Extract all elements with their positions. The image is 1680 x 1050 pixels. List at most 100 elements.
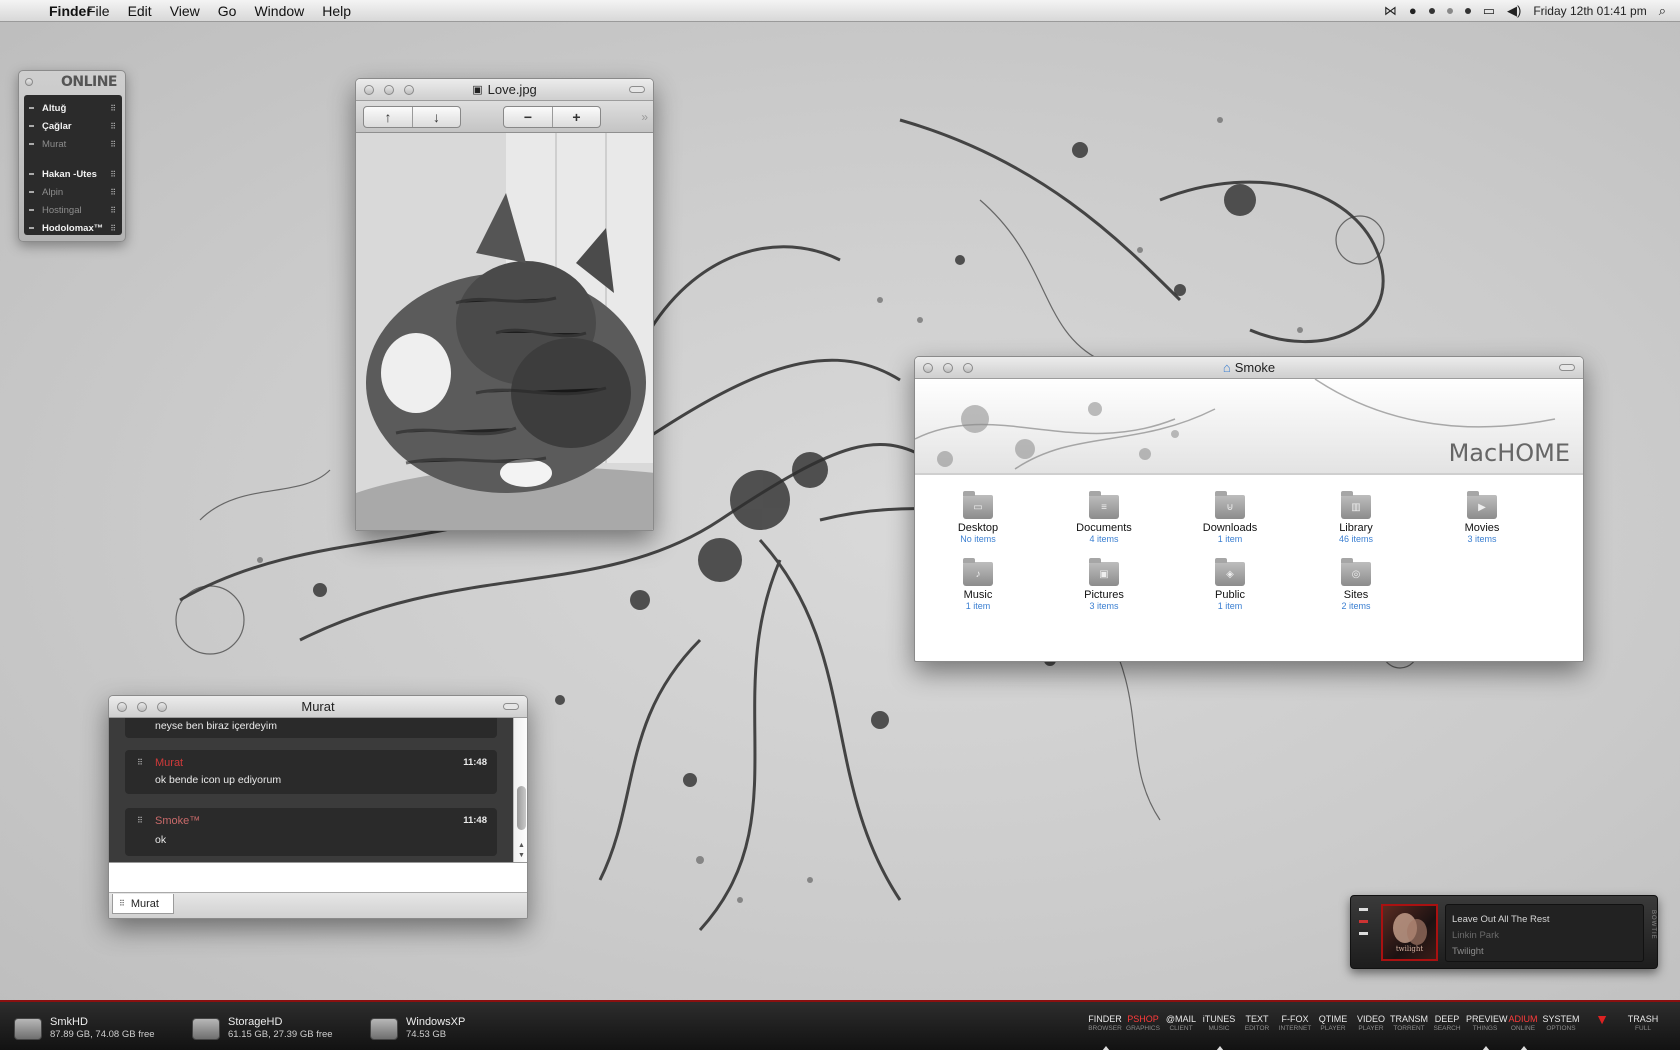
scroll-up-arrow-icon[interactable]: ▲ (518, 842, 525, 849)
dock-collapse-button[interactable]: ▼ (1580, 1012, 1624, 1034)
drag-handle-icon[interactable]: ⠿ (110, 206, 116, 215)
album-art[interactable]: twilight (1381, 904, 1438, 961)
dock-app-quicktime[interactable]: QTIME PLAYER (1314, 1014, 1352, 1034)
menu-view[interactable]: View (161, 3, 209, 19)
drag-handle-icon[interactable]: ⠿ (110, 170, 116, 179)
zoom-button[interactable] (157, 702, 167, 712)
menubar-clock[interactable]: Friday 12th 01:41 pm (1533, 4, 1646, 18)
toolbar-toggle-button[interactable] (503, 703, 519, 710)
status-dot-icon[interactable] (1446, 7, 1453, 14)
dock-app-transmission[interactable]: TRANSM TORRENT (1390, 1014, 1428, 1034)
drag-handle-icon[interactable]: ⠿ (110, 122, 116, 131)
zoom-button[interactable] (963, 363, 973, 373)
bowtie-tray-icon[interactable]: ⋈ (1384, 3, 1397, 19)
folder-movies[interactable]: ▶ Movies 3 items (1419, 491, 1545, 544)
minimize-button[interactable] (384, 85, 394, 95)
scroll-down-arrow-icon[interactable]: ▼ (518, 852, 525, 859)
folder-public[interactable]: ◈ Public 1 item (1167, 558, 1293, 611)
folder-count: 4 items (1089, 534, 1119, 544)
display-icon[interactable]: ▭ (1483, 3, 1495, 19)
folder-count: 3 items (1089, 601, 1119, 611)
dock-app-name: iTUNES (1202, 1014, 1236, 1024)
toolbar-toggle-button[interactable] (1559, 364, 1575, 371)
dock-app-video-player[interactable]: VIDEO PLAYER (1352, 1014, 1390, 1034)
minimize-button[interactable] (137, 702, 147, 712)
next-button[interactable]: ↓ (412, 106, 460, 127)
dock-app-adium[interactable]: ADIUM ONLINE (1504, 1014, 1542, 1050)
folder-downloads[interactable]: ⊍ Downloads 1 item (1167, 491, 1293, 544)
folder-documents[interactable]: ≡ Documents 4 items (1041, 491, 1167, 544)
previous-button[interactable]: ↑ (364, 107, 412, 127)
chat-titlebar[interactable]: Murat (109, 696, 527, 718)
scrollbar-thumb[interactable] (517, 786, 526, 830)
previous-track-button[interactable] (1359, 908, 1368, 911)
dock-app-deep-search[interactable]: DEEP SEARCH (1428, 1014, 1466, 1034)
buddy-list-close-button[interactable] (25, 78, 33, 86)
zoom-in-button[interactable]: + (552, 106, 600, 127)
chat-bubble-icon[interactable]: ● (1409, 3, 1417, 18)
drag-handle-icon[interactable]: ⠿ (110, 140, 116, 149)
dock-app-finder[interactable]: FINDER BROWSER (1086, 1014, 1124, 1050)
dock-app-itunes[interactable]: iTUNES MUSIC (1200, 1014, 1238, 1050)
buddy-item[interactable]: Murat ⠿ (24, 135, 122, 153)
dock-app-name: VIDEO (1356, 1014, 1385, 1024)
zoom-button[interactable] (404, 85, 414, 95)
close-button[interactable] (364, 85, 374, 95)
dock-app-preview[interactable]: PREVIEW THINGS (1466, 1014, 1508, 1050)
folder-music[interactable]: ♪ Music 1 item (915, 558, 1041, 611)
menu-app-name[interactable]: Finder (40, 4, 92, 18)
folder-desktop[interactable]: ▭ Desktop No items (915, 491, 1041, 544)
play-pause-button[interactable] (1359, 920, 1368, 923)
buddy-list-widget: ONLINE Altuğ ⠿ Çağlar ⠿ Murat ⠿ Hakan -Utes… (18, 70, 126, 242)
buddy-item[interactable]: Alpin ⠿ (24, 183, 122, 201)
status-dot-icon[interactable] (1464, 7, 1471, 14)
toolbar-overflow-icon[interactable]: » (641, 110, 648, 124)
minimize-button[interactable] (943, 363, 953, 373)
buddy-item[interactable]: Çağlar ⠿ (24, 117, 122, 135)
drive-name: WindowsXP (406, 1016, 466, 1028)
dock-app-mail[interactable]: @MAIL CLIENT (1162, 1014, 1200, 1034)
folder-library[interactable]: ▥ Library 46 items (1293, 491, 1419, 544)
menu-go[interactable]: Go (209, 3, 246, 19)
buddy-item[interactable]: Hakan -Utes ⠿ (24, 165, 122, 183)
drive-storagehd[interactable]: StorageHD 61.15 GB, 27.39 GB free (192, 1016, 333, 1041)
dock-app-subtitle: SEARCH (1433, 1025, 1461, 1032)
folder-sites[interactable]: ◎ Sites 2 items (1293, 558, 1419, 611)
menu-bar: Finder File Edit View Go Window Help ⋈ ●… (0, 0, 1680, 22)
dock-app-subtitle: ONLINE (1510, 1025, 1536, 1032)
dock-app-firefox[interactable]: F-FOX INTERNET (1276, 1014, 1314, 1034)
menu-help[interactable]: Help (313, 3, 360, 19)
drag-handle-icon[interactable]: ⠿ (110, 188, 116, 197)
message-input[interactable] (109, 862, 527, 892)
spotlight-search-icon[interactable]: ⌕ (1659, 3, 1666, 19)
menu-edit[interactable]: Edit (119, 3, 161, 19)
dock-app-text-editor[interactable]: TEXT EDITOR (1238, 1014, 1276, 1034)
buddy-name: Altuğ (42, 102, 67, 114)
close-button[interactable] (117, 702, 127, 712)
status-dot-icon[interactable] (1428, 7, 1435, 14)
dock-app-system-preferences[interactable]: SYSTEM OPTIONS (1542, 1014, 1580, 1034)
zoom-out-button[interactable]: − (504, 107, 552, 127)
running-indicator-icon (1102, 1046, 1110, 1050)
buddy-item[interactable]: Hodolomax™ ⠿ (24, 219, 122, 237)
finder-titlebar[interactable]: ⌂ Smoke (915, 357, 1583, 379)
close-button[interactable] (923, 363, 933, 373)
chat-scrollbar[interactable]: ▲ ▼ (513, 718, 527, 862)
toolbar-toggle-button[interactable] (629, 86, 645, 93)
drive-smkhd[interactable]: SmkHD 87.89 GB, 74.08 GB free (14, 1016, 155, 1041)
dock-app-photoshop[interactable]: PSHOP GRAPHICS (1124, 1014, 1162, 1034)
dock-trash[interactable]: TRASH FULL (1624, 1014, 1662, 1034)
preview-titlebar[interactable]: ▣ Love.jpg (356, 79, 653, 101)
volume-icon[interactable]: ◀) (1507, 3, 1521, 19)
folder-count: 1 item (1217, 534, 1243, 544)
buddy-item[interactable]: Hostingal ⠿ (24, 201, 122, 219)
folder-pictures[interactable]: ▣ Pictures 3 items (1041, 558, 1167, 611)
drive-windowsxp[interactable]: WindowsXP 74.53 GB (370, 1016, 465, 1041)
chat-tab[interactable]: ⠿ Murat (112, 894, 174, 914)
drag-handle-icon[interactable]: ⠿ (110, 104, 116, 113)
buddy-item[interactable]: Altuğ ⠿ (24, 99, 122, 117)
menu-window[interactable]: Window (245, 3, 313, 19)
next-track-button[interactable] (1359, 932, 1368, 935)
chat-window: Murat neyse ben biraz içerdeyim ⠿ Murat … (108, 695, 528, 919)
drag-handle-icon[interactable]: ⠿ (110, 224, 116, 233)
